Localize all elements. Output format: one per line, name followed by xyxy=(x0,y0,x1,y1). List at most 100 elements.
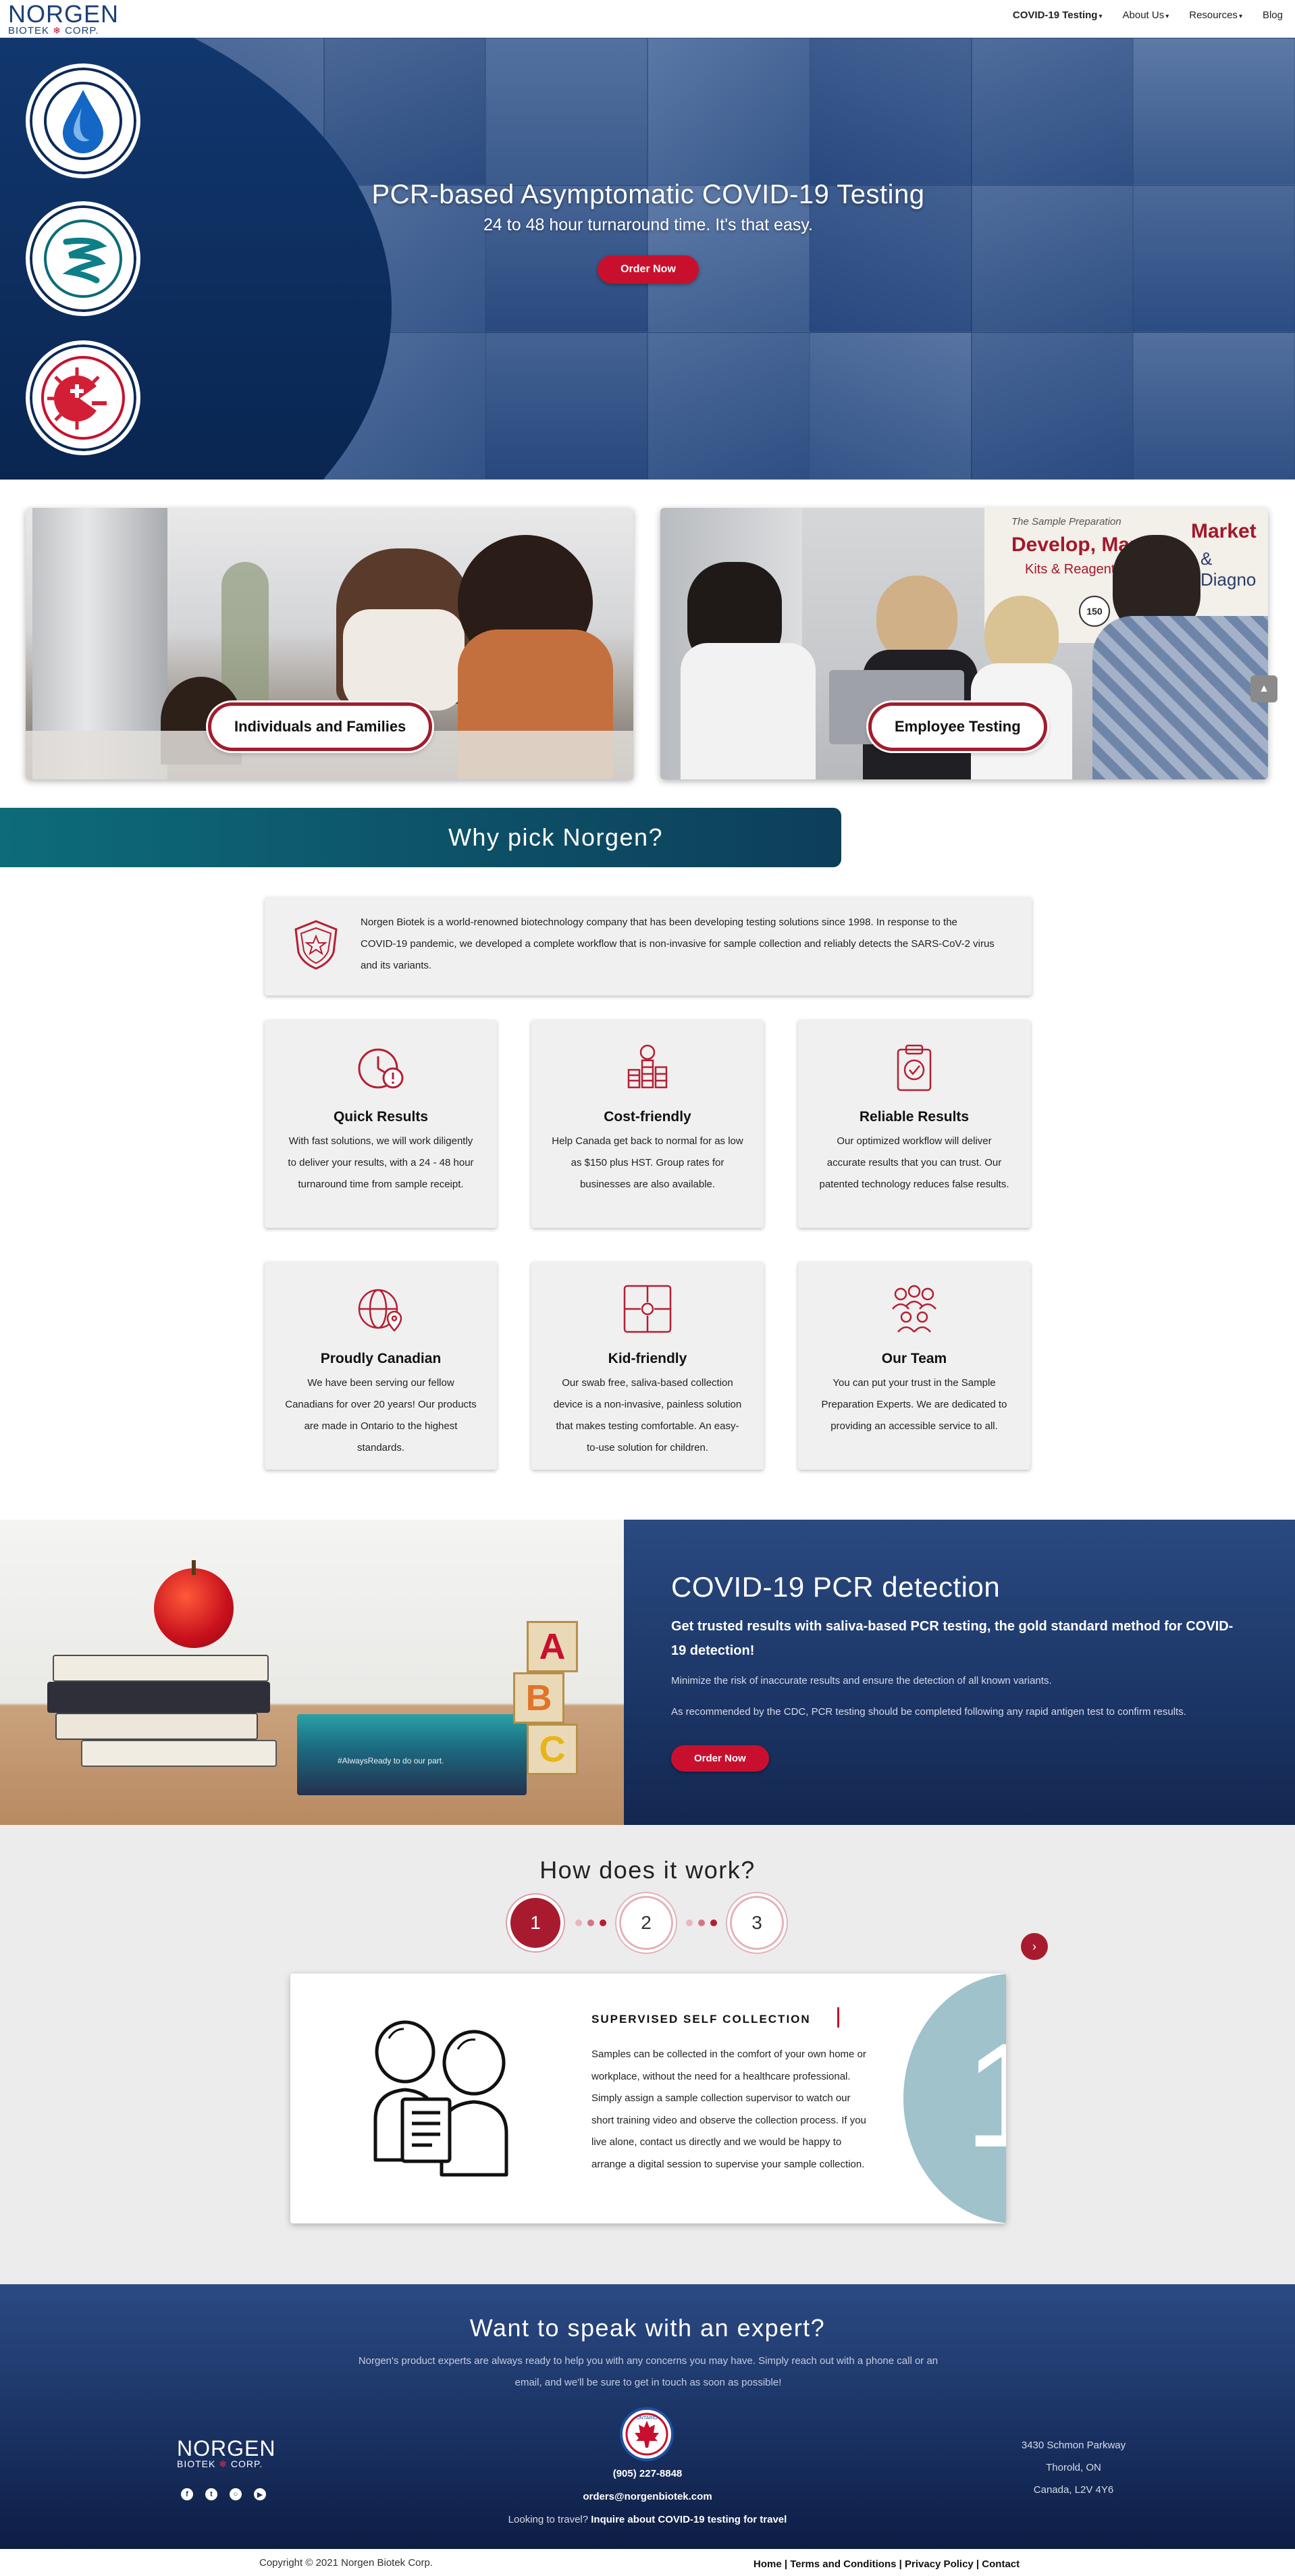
step-connector-dots xyxy=(686,1920,717,1926)
individuals-families-label[interactable]: Individuals and Families xyxy=(208,702,433,751)
feature-card-proudly-canadian: Proudly Canadian We have been serving ou… xyxy=(265,1262,497,1470)
hero-order-now-button[interactable]: Order Now xyxy=(598,255,699,284)
feature-card-reliable-results: Reliable Results Our optimized workflow … xyxy=(798,1020,1030,1228)
feature-text: You can put your trust in the Sample Pre… xyxy=(821,1377,1007,1432)
copyright-text: Copyright © 2021 Norgen Biotek Corp. xyxy=(259,2557,433,2569)
step-card-text: Samples can be collected in the comfort … xyxy=(591,2049,866,2170)
block-c: C xyxy=(527,1724,578,1775)
badge-text: ONTARIO xyxy=(636,2416,658,2421)
books-apple-photo: #AlwaysReady to do our part. A B C xyxy=(0,1520,624,1825)
step-1-button[interactable]: 1 xyxy=(510,1898,560,1948)
kit-box-text: #AlwaysReady to do our part. xyxy=(338,1756,444,1766)
nav-menu: COVID-19 Testing ▾ About Us ▾ Resources ▾ B… xyxy=(1013,9,1283,21)
feature-title: Proudly Canadian xyxy=(320,1351,442,1366)
how-title: How does it work? xyxy=(539,1856,756,1884)
feature-text: With fast solutions, we will work dilige… xyxy=(288,1135,474,1190)
step-3-button[interactable]: 3 xyxy=(732,1898,782,1948)
feature-title: Reliable Results xyxy=(859,1109,970,1125)
virus-test-circle xyxy=(26,340,140,455)
block-b: B xyxy=(513,1672,564,1724)
people-reading-illustration xyxy=(373,2020,508,2177)
footer-links: Home | Terms and Conditions | Privacy Po… xyxy=(754,2558,1020,2570)
shield-star-icon xyxy=(294,920,338,970)
travel-line: Looking to travel? Inquire about COVID-1… xyxy=(0,2514,1295,2525)
contact-description: Norgen's product experts are always read… xyxy=(358,2355,939,2388)
sign-top-text: The Sample Preparation xyxy=(1011,516,1121,527)
footer-link-terms[interactable]: Terms and Conditions xyxy=(790,2558,896,2570)
feature-title: Our Team xyxy=(881,1351,947,1366)
pcr-detection-section: #AlwaysReady to do our part. A B C COVID… xyxy=(0,1520,1295,1825)
nav-blog[interactable]: Blog xyxy=(1263,9,1283,21)
pcr-text-panel: COVID-19 PCR detection Get trusted resul… xyxy=(624,1520,1295,1825)
norgen-logo[interactable]: NORGEN BIOTEK ❄ CORP. xyxy=(8,0,120,36)
feature-card-our-team: Our Team You can put your trust in the S… xyxy=(798,1262,1030,1470)
scroll-to-top-button[interactable]: ▲ xyxy=(1250,675,1277,702)
why-pick-banner: Why pick Norgen? xyxy=(0,808,841,867)
hero-text-block: PCR-based Asymptomatic COVID-19 Testing … xyxy=(257,180,1040,284)
footer-link-home[interactable]: Home xyxy=(754,2558,782,2570)
employee-testing-label[interactable]: Employee Testing xyxy=(868,702,1047,751)
footer-bar: Copyright © 2021 Norgen Biotek Corp. Hom… xyxy=(0,2549,1295,2576)
feature-text: We have been serving our fellow Canadian… xyxy=(285,1377,477,1453)
pcr-order-now-button[interactable]: Order Now xyxy=(671,1745,769,1772)
test-kit-box: #AlwaysReady to do our part. xyxy=(297,1714,527,1795)
footer-link-contact[interactable]: Contact xyxy=(982,2558,1020,2570)
nav-resources[interactable]: Resources ▾ xyxy=(1189,9,1242,21)
next-step-button[interactable]: › xyxy=(1021,1933,1048,1960)
logo-wordmark: NORGEN xyxy=(8,0,120,28)
maple-leaf-icon: ❄ xyxy=(53,25,61,36)
feature-card-cost-friendly: Cost-friendly Help Canada get back to no… xyxy=(531,1020,764,1228)
feature-title: Cost-friendly xyxy=(604,1109,691,1125)
contact-section: Want to speak with an expert? Norgen's p… xyxy=(0,2284,1295,2549)
chevron-up-icon: ▲ xyxy=(1259,683,1269,694)
hero-title: PCR-based Asymptomatic COVID-19 Testing xyxy=(371,180,925,209)
apple xyxy=(154,1568,234,1648)
caret-down-icon: ▾ xyxy=(1238,13,1242,20)
nav-about-us[interactable]: About Us ▾ xyxy=(1123,9,1169,21)
feature-card-kid-friendly: Kid-friendly Our swab free, saliva-based… xyxy=(531,1262,764,1470)
caret-down-icon: ▾ xyxy=(1165,13,1169,20)
travel-link[interactable]: Inquire about COVID-19 testing for trave… xyxy=(591,2514,787,2525)
why-pick-title: Why pick Norgen? xyxy=(448,823,664,851)
contact-title: Want to speak with an expert? xyxy=(469,2314,826,2342)
individuals-families-card[interactable]: Individuals and Families xyxy=(26,508,633,779)
sign-kits-text: Kits & Reagents xyxy=(1025,562,1122,577)
clock-icon xyxy=(358,1048,404,1089)
logo-sub-right: CORP. xyxy=(65,25,99,36)
feature-text: Our swab free, saliva-based collection d… xyxy=(553,1377,742,1453)
footer-logo[interactable]: NORGEN BIOTEK ❄ CORP. xyxy=(177,2438,285,2470)
block-a: A xyxy=(527,1621,578,1672)
step-2-button[interactable]: 2 xyxy=(621,1898,671,1948)
ontario-made-badge: ONTARIO xyxy=(620,2407,674,2461)
nav-covid-testing[interactable]: COVID-19 Testing ▾ xyxy=(1013,9,1103,21)
water-drop-icon xyxy=(44,82,122,160)
caret-down-icon: ▾ xyxy=(1099,13,1103,20)
puzzle-icon xyxy=(623,1285,672,1333)
heading-accent-bar xyxy=(837,2007,839,2028)
clipboard-check-icon xyxy=(897,1044,932,1091)
step-number: 1 xyxy=(964,2012,1006,2178)
hero-subtitle: 24 to 48 hour turnaround time. It's that… xyxy=(483,215,813,234)
step-connector-dots xyxy=(575,1920,606,1926)
feature-text: Help Canada get back to normal for as lo… xyxy=(552,1135,743,1190)
feature-text: Our optimized workflow will deliver accu… xyxy=(819,1135,1009,1190)
coins-icon xyxy=(627,1044,668,1089)
sign-market-text: Market xyxy=(1191,520,1257,542)
water-drop-circle xyxy=(26,63,140,178)
dna-spiral-icon xyxy=(44,220,122,298)
team-icon xyxy=(892,1285,936,1333)
pcr-paragraph-2: As recommended by the CDC, PCR testing s… xyxy=(671,1706,1186,1718)
feature-title: Kid-friendly xyxy=(608,1351,687,1366)
globe-pin-icon xyxy=(358,1289,402,1332)
step-number-panel: 1 xyxy=(903,1974,1006,2223)
travel-prefix: Looking to travel? xyxy=(508,2514,589,2525)
dna-spiral-circle xyxy=(26,201,140,316)
footer-link-privacy[interactable]: Privacy Policy xyxy=(905,2558,974,2570)
pcr-paragraph-1: Minimize the risk of inaccurate results … xyxy=(671,1675,1052,1686)
employee-testing-card[interactable]: The Sample Preparation Develop, Manufa M… xyxy=(660,508,1268,779)
how-it-works-section: How does it work? 1 2 3 SUPERVISED SELF … xyxy=(0,1825,1295,2284)
pcr-title: COVID-19 PCR detection xyxy=(671,1571,1001,1603)
step-card-heading: SUPERVISED SELF COLLECTION xyxy=(591,2013,811,2026)
intro-box: Norgen Biotek is a world-renowned biotec… xyxy=(265,897,1032,996)
hero-banner: PCR-based Asymptomatic COVID-19 Testing … xyxy=(0,38,1295,480)
